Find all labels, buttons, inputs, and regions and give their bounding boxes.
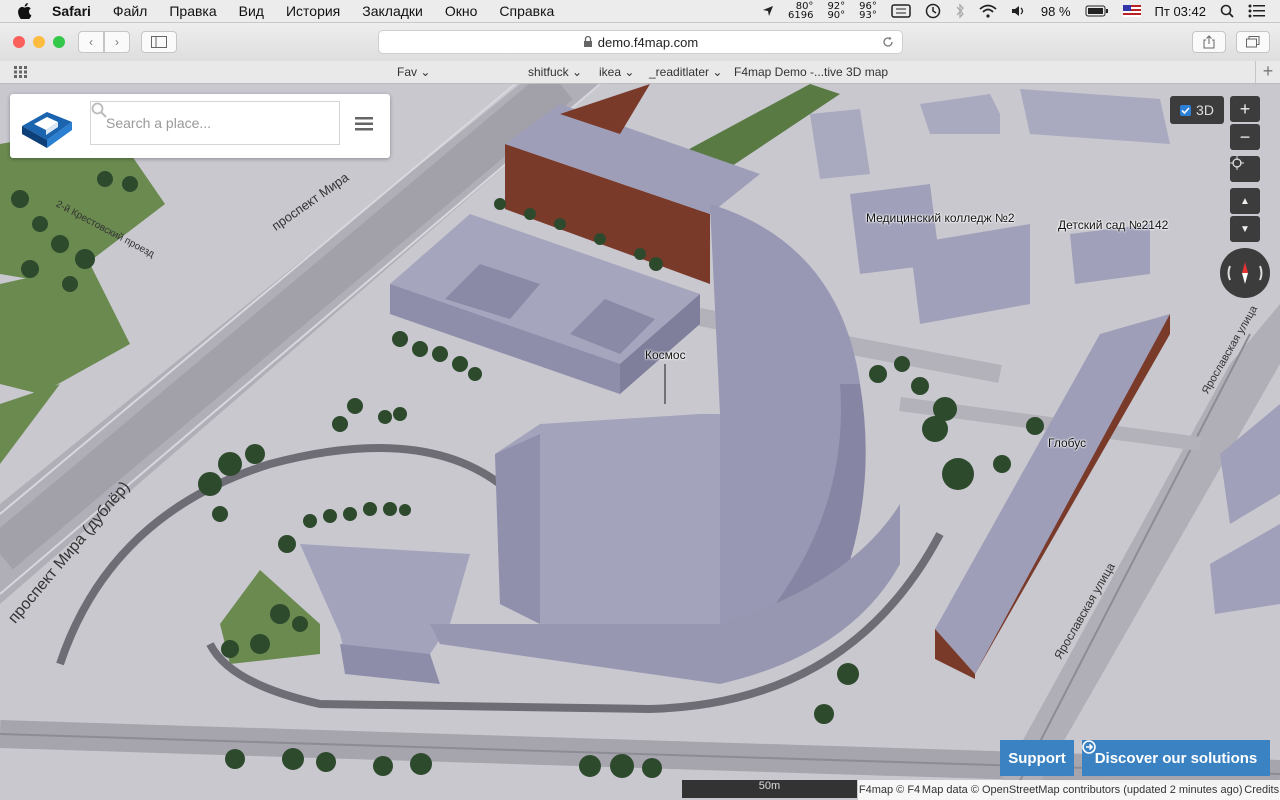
search-panel: Search a place... (10, 94, 390, 158)
spotlight-icon[interactable] (1220, 4, 1234, 18)
zoom-in-label: + (1239, 98, 1251, 119)
tabs-overview-button[interactable] (1236, 31, 1270, 53)
sensor-stat-3[interactable]: 96° 93° (859, 2, 877, 21)
discover-solutions-label: Discover our solutions (1094, 749, 1258, 767)
search-icon[interactable] (91, 102, 107, 118)
back-button[interactable]: ‹ (78, 31, 104, 53)
time-machine-icon[interactable] (925, 3, 941, 19)
credits-link[interactable]: Credits (1244, 784, 1279, 796)
map-canvas[interactable]: Search a place... 3D + − ▲ ▼ Космос Меди… (0, 84, 1280, 800)
bookmark-folder-1[interactable]: shitfuck ⌄ (528, 65, 582, 79)
zoom-in-button[interactable]: + (1230, 96, 1260, 122)
reload-icon[interactable] (882, 36, 894, 48)
scale-bar: 50m (682, 780, 857, 798)
address-bar[interactable]: demo.f4map.com (378, 30, 903, 54)
search-placeholder: Search a place... (106, 115, 212, 131)
menu-file[interactable]: Файл (113, 3, 147, 19)
chevron-up-icon: ▲ (1240, 195, 1250, 207)
compass-icon (1227, 262, 1263, 284)
support-button[interactable]: Support (1000, 740, 1074, 776)
battery-percent[interactable]: 98 % (1041, 4, 1071, 19)
label-kindergarten[interactable]: Детский сад №2142 (1058, 218, 1168, 232)
bookmark-readitlater-label: _readitlater (649, 65, 710, 79)
forward-button[interactable]: › (104, 31, 130, 53)
sensor-stat-1[interactable]: 80° 6196 (787, 2, 814, 21)
volume-icon[interactable] (1011, 4, 1027, 18)
bluetooth-icon[interactable] (955, 3, 965, 19)
chevron-down-icon: ▼ (1240, 223, 1250, 235)
chevron-down-icon: ⌄ (624, 65, 635, 79)
notification-center-icon[interactable] (1248, 4, 1266, 18)
toggle-3d-label: 3D (1196, 102, 1214, 118)
zoom-out-label: − (1239, 126, 1251, 147)
zoom-out-button[interactable]: − (1230, 124, 1260, 150)
stat-3-bottom: 93° (859, 10, 877, 21)
bookmark-fav[interactable]: Fav ⌄ (397, 65, 430, 79)
crosshair-icon (1230, 156, 1244, 170)
lock-icon (583, 36, 592, 47)
discover-solutions-button[interactable]: Discover our solutions (1082, 740, 1270, 776)
map-scene[interactable] (0, 84, 1280, 800)
zoom-window-button[interactable] (53, 36, 65, 48)
menu-window[interactable]: Окно (445, 3, 478, 19)
bookmarks-bar: Fav ⌄ shitfuck ⌄ ikea ⌄ _readitlater ⌄ F… (0, 61, 1280, 84)
bookmark-ikea-label: ikea (599, 65, 622, 79)
chevron-right-icon: › (115, 35, 119, 49)
sensor-stat-2[interactable]: 92° 90° (827, 2, 846, 21)
chevron-left-icon: ‹ (89, 35, 93, 49)
attribution-osm[interactable]: Map data © OpenStreetMap contributors (u… (922, 784, 1243, 796)
new-tab-button[interactable]: + (1255, 61, 1280, 83)
menu-help[interactable]: Справка (499, 3, 554, 19)
stat-2-bottom: 90° (827, 10, 846, 21)
browser-toolbar: ‹ › demo.f4map.com (0, 23, 1280, 61)
arrow-circle-right-icon (1082, 740, 1096, 754)
bookmark-ikea[interactable]: ikea ⌄ (599, 65, 634, 79)
tabs-icon (1246, 36, 1260, 48)
clock[interactable]: Пт 03:42 (1155, 4, 1206, 19)
location-arrow-icon[interactable] (762, 5, 774, 17)
tilt-down-button[interactable]: ▼ (1230, 216, 1260, 242)
label-kosmos[interactable]: Космос (645, 348, 686, 362)
share-button[interactable] (1192, 31, 1226, 53)
f4map-logo-icon[interactable] (20, 102, 74, 150)
menu-view[interactable]: Вид (239, 3, 264, 19)
menu-app-safari[interactable]: Safari (52, 3, 91, 19)
sidebar-button[interactable] (141, 31, 177, 53)
sidebar-icon (151, 36, 167, 48)
attribution-f4[interactable]: F4map © F4 (859, 784, 920, 796)
chevron-down-icon: ⌄ (712, 65, 723, 79)
locate-button[interactable] (1230, 156, 1260, 182)
close-window-button[interactable] (13, 36, 25, 48)
apple-icon[interactable] (18, 3, 36, 19)
chevron-down-icon: ⌄ (420, 65, 431, 79)
menu-bar: Safari Файл Правка Вид История Закладки … (0, 0, 1280, 23)
bookmark-fav-label: Fav (397, 65, 418, 79)
wifi-icon[interactable] (979, 4, 997, 18)
label-globus[interactable]: Глобус (1048, 436, 1086, 450)
menu-bookmarks[interactable]: Закладки (362, 3, 423, 19)
support-label: Support (1008, 749, 1066, 767)
bookmark-folder-1-label: shitfuck (528, 65, 569, 79)
bookmark-f4map[interactable]: F4map Demo -...tive 3D map (734, 65, 888, 79)
checkbox-checked-icon[interactable] (1180, 104, 1192, 116)
us-flag-icon[interactable] (1122, 5, 1141, 17)
search-input[interactable]: Search a place... (90, 101, 340, 145)
tilt-up-button[interactable]: ▲ (1230, 188, 1260, 214)
stat-1-bottom: 6196 (787, 10, 814, 21)
battery-icon[interactable] (1085, 5, 1109, 17)
toggle-3d[interactable]: 3D (1170, 96, 1224, 124)
minimize-window-button[interactable] (33, 36, 45, 48)
attribution-bar: F4map © F4 Map data © OpenStreetMap cont… (858, 780, 1280, 800)
bookmark-readitlater[interactable]: _readitlater ⌄ (649, 65, 722, 79)
scale-label: 50m (758, 780, 781, 792)
menu-history[interactable]: История (286, 3, 340, 19)
compass-button[interactable] (1220, 248, 1270, 298)
chevron-down-icon: ⌄ (572, 65, 583, 79)
top-sites-grid-icon[interactable] (14, 66, 30, 81)
url-text: demo.f4map.com (597, 34, 699, 50)
label-medical-college[interactable]: Медицинский колледж №2 (866, 211, 1015, 225)
calendar-icon[interactable] (891, 4, 911, 18)
share-icon (1203, 35, 1215, 49)
menu-edit[interactable]: Правка (169, 3, 216, 19)
